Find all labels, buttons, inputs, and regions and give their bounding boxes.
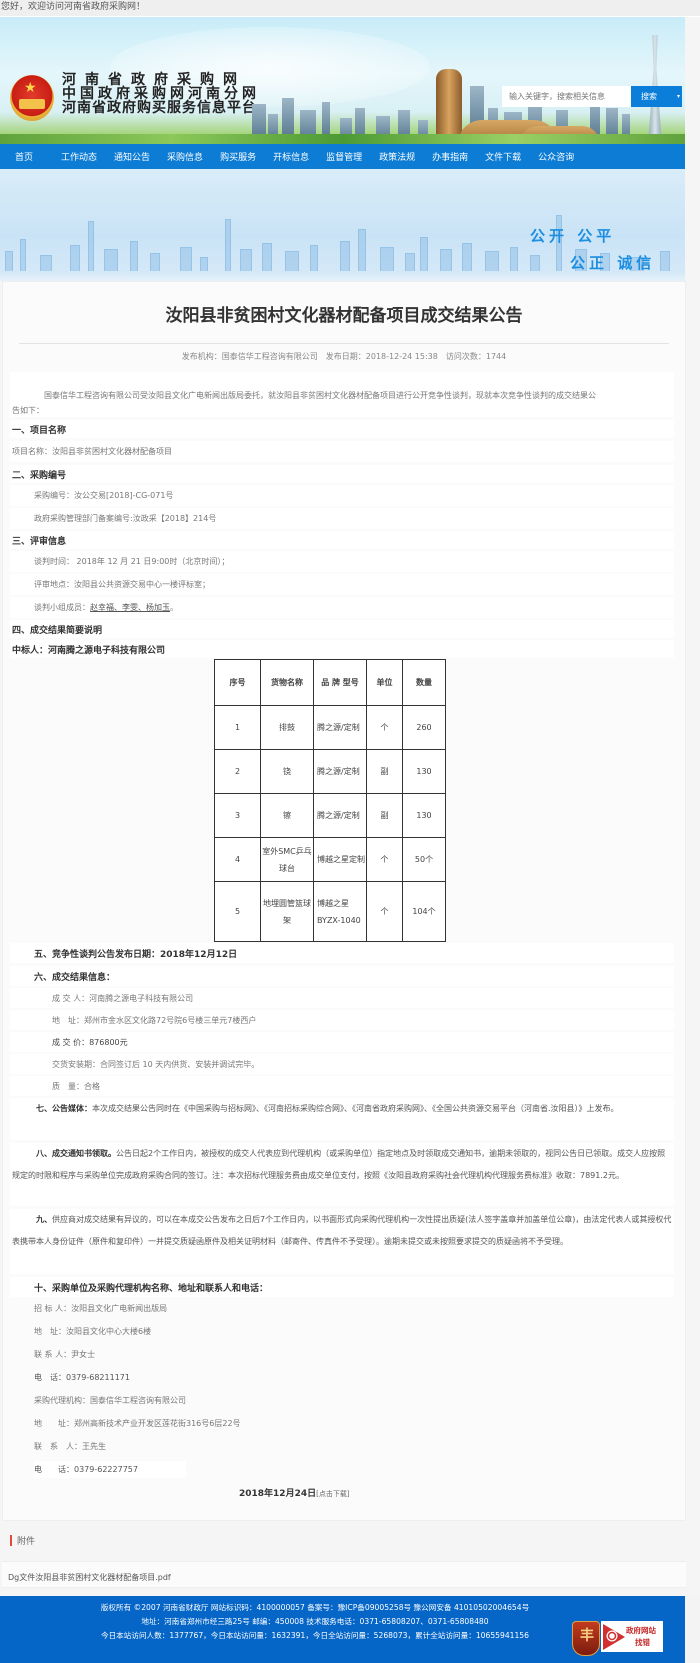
- deal-winner: 成 交 人：河南腾之源电子科技有限公司: [52, 994, 194, 1003]
- procurement-code: 采购编号：汝公交易[2018]-CG-071号: [34, 491, 174, 500]
- goods-table: 序号 货物名称 品 牌 型号 单位 数量 1 排鼓 腾之源/定制 个 260 2…: [214, 659, 446, 942]
- site-title-line-2: 中国政府采购网河南分网: [62, 86, 260, 102]
- nav-item-supervision[interactable]: 监督管理: [326, 150, 362, 163]
- footer-address: 地址：河南省郑州市经三路25号 邮编：450008 技术服务电话：0371-65…: [141, 1617, 489, 1626]
- winning-bidder: 中标人：河南腾之源电子科技有限公司: [12, 646, 166, 656]
- slogan-line-1: 公开 公平: [530, 227, 616, 245]
- section-9-label: 九、: [36, 1215, 52, 1224]
- magnifier-icon: [603, 1624, 625, 1650]
- nav-item-home[interactable]: 首页: [15, 150, 33, 163]
- panel-members-link[interactable]: 赵幸福、李雯、杨加玉: [90, 603, 170, 612]
- nav-item-guide[interactable]: 办事指南: [432, 150, 468, 163]
- attachment-marker: [10, 1535, 12, 1546]
- slogan-line-2: 公正 诚信: [570, 254, 656, 272]
- gov-site-error-report-button[interactable]: 政府网站 找错: [601, 1621, 663, 1652]
- hero-banner: 公开 公平 公正 诚信: [0, 169, 685, 281]
- section-7-label: 七、公告媒体：: [36, 1104, 92, 1113]
- nav-item-downloads[interactable]: 文件下载: [485, 150, 521, 163]
- site-banner: ★ 河南省政府采购网 中国政府采购网河南分网 河南省政府购买服务信息平台 搜索 …: [0, 17, 685, 144]
- section-4-heading: 四、成交结果简要说明: [12, 626, 103, 636]
- contact-line: 联 系 人：王先生: [34, 1442, 106, 1451]
- nav-item-bid-opening[interactable]: 开标信息: [273, 150, 309, 163]
- attachment-heading: 附件: [17, 1537, 36, 1547]
- site-title-line-3: 河南省政府购买服务信息平台: [62, 100, 257, 116]
- article-meta: 发布机构：国泰信华工程咨询有限公司 发布日期：2018-12-24 15:38 …: [181, 352, 507, 361]
- divider: [19, 343, 669, 344]
- main-nav: 首页 工作动态 通知公告 采购信息 购买服务 开标信息 监督管理 政策法规 办事…: [0, 144, 685, 169]
- section-8-label: 八、成交通知书领取。: [36, 1149, 116, 1158]
- nav-item-notices[interactable]: 通知公告: [114, 150, 150, 163]
- nav-item-work-news[interactable]: 工作动态: [61, 150, 97, 163]
- review-location: 评审地点：汝阳县公共资源交易中心一楼评标室；: [34, 580, 210, 589]
- welcome-text: 您好，欢迎访问河南省政府采购网！: [1, 2, 146, 12]
- table-header-row: 序号 货物名称 品 牌 型号 单位 数量: [214, 659, 446, 706]
- col-header-goods-name: 货物名称: [260, 659, 314, 706]
- negotiation-time: 谈判时间： 2018年 12 月 21 日9:00时（北京时间）；: [34, 557, 230, 566]
- contact-line: 采购代理机构：国泰信华工程咨询有限公司: [34, 1396, 186, 1405]
- section-2-heading: 二、采购编号: [12, 471, 67, 481]
- search-input[interactable]: [502, 86, 647, 107]
- table-row: 5 地埋圆管篮球架 博越之星BYZX-1040 个 104个: [214, 881, 446, 942]
- delivery-period: 交货安装期：合同签订后 10 天内供货、安装并调试完毕。: [52, 1060, 260, 1069]
- record-code: 政府采购管理部门备案编号:汝政采【2018】214号: [34, 514, 217, 523]
- welcome-bar: 您好，欢迎访问河南省政府采购网！: [0, 0, 700, 17]
- sign-date: 2018年12月24日: [239, 1489, 317, 1499]
- nav-item-procurement-info[interactable]: 采购信息: [167, 150, 203, 163]
- landmark-tower: [436, 69, 462, 144]
- contact-line: 联 系 人：尹女士: [34, 1350, 96, 1359]
- footer-copyright: 版权所有 ©2007 河南省财政厅 网站标识码：4100000057 备案号：豫…: [100, 1603, 530, 1612]
- section-7-paragraph: 七、公告媒体：本次成交结果公告同时在《中国采购与招标网》、《河南招标采购综合网》…: [10, 1098, 674, 1140]
- section-10-heading: 十、采购单位及采购代理机构名称、地址和联系人和电话：: [34, 1284, 269, 1294]
- national-emblem-icon: ★: [10, 75, 54, 121]
- table-row: 1 排鼓 腾之源/定制 个 260: [214, 705, 446, 750]
- section-6-heading: 六、成交结果信息：: [34, 973, 116, 983]
- table-row: 3 镲 腾之源/定制 副 130: [214, 793, 446, 838]
- deal-price: 成 交 价：876800元: [52, 1038, 128, 1047]
- attachment-file-link[interactable]: Dg文件汝阳县非贫困村文化器材配备项目.pdf: [8, 1572, 171, 1583]
- section-9-paragraph: 九、供应商对成交结果有异议的，可以在本成交公告发布之日后7个工作日内，以书面形式…: [10, 1209, 674, 1274]
- deal-address: 地 址：郑州市金水区文化路72号院6号楼三单元7楼西户: [52, 1016, 257, 1025]
- nav-item-purchase-services[interactable]: 购买服务: [220, 150, 256, 163]
- nav-item-consultation[interactable]: 公众咨询: [538, 150, 574, 163]
- site-logo-title[interactable]: 河南省政府采购网 中国政府采购网河南分网 河南省政府购买服务信息平台: [62, 73, 260, 115]
- quality: 质 量：合格: [52, 1082, 100, 1091]
- project-name: 项目名称：汝阳县非贫困村文化器材配备项目: [12, 447, 172, 456]
- col-header-quantity: 数量: [402, 659, 446, 706]
- contact-line: 地 址：汝阳县文化中心大楼6楼: [34, 1327, 152, 1336]
- badge-line-1: 政府网站: [626, 1626, 656, 1635]
- table-row: 2 铙 腾之源/定制 副 130: [214, 749, 446, 794]
- star-icon: ★: [24, 80, 37, 96]
- contact-line: 电 话：0379-62227757: [34, 1465, 138, 1474]
- contact-line: 电 话：0379-68211171: [34, 1373, 130, 1382]
- badge-line-2: 找错: [635, 1638, 650, 1647]
- section-8-paragraph: 八、成交通知书领取。公告日起2个工作日内，被授权的成交人代表应到代理机构（或采购…: [10, 1143, 674, 1206]
- site-title-line-1: 河南省政府采购网: [62, 72, 246, 88]
- col-header-brand-model: 品 牌 型号: [313, 659, 367, 706]
- contact-line: 招 标 人：汝阳县文化广电新闻出版局: [34, 1304, 168, 1313]
- footer-stats: 今日本站访问人数：1377767，今日本站访问量：1632391，今日全站访问量…: [101, 1631, 529, 1640]
- section-1-heading: 一、项目名称: [12, 426, 67, 436]
- search-button[interactable]: 搜索 ▾: [631, 86, 682, 107]
- intro-paragraph: 国泰信华工程咨询有限公司受汝阳县文化广电新闻出版局委托，就汝阳县非贫困村文化器材…: [10, 383, 674, 417]
- party-org-badge-icon[interactable]: 丰: [572, 1621, 600, 1656]
- article-title: 汝阳县非贫困村文化器材配备项目成交结果公告: [165, 306, 523, 326]
- nav-item-policies[interactable]: 政策法规: [379, 150, 415, 163]
- chevron-down-icon[interactable]: ▾: [677, 86, 680, 107]
- col-header-index: 序号: [214, 659, 261, 706]
- panel-members-label: 谈判小组成员：: [34, 603, 90, 612]
- section-3-heading: 三、评审信息: [12, 537, 67, 547]
- table-row: 4 室外SMC乒乓球台 博越之星定制 个 50个: [214, 837, 446, 882]
- contact-line: 地 址：郑州高新技术产业开发区莲花街316号6层22号: [34, 1419, 241, 1428]
- section-5-heading: 五、竞争性谈判公告发布日期：2018年12月12日: [34, 950, 238, 960]
- search-button-label: 搜索: [641, 92, 657, 101]
- download-link[interactable]: [点击下载]: [316, 1490, 349, 1498]
- col-header-unit: 单位: [366, 659, 403, 706]
